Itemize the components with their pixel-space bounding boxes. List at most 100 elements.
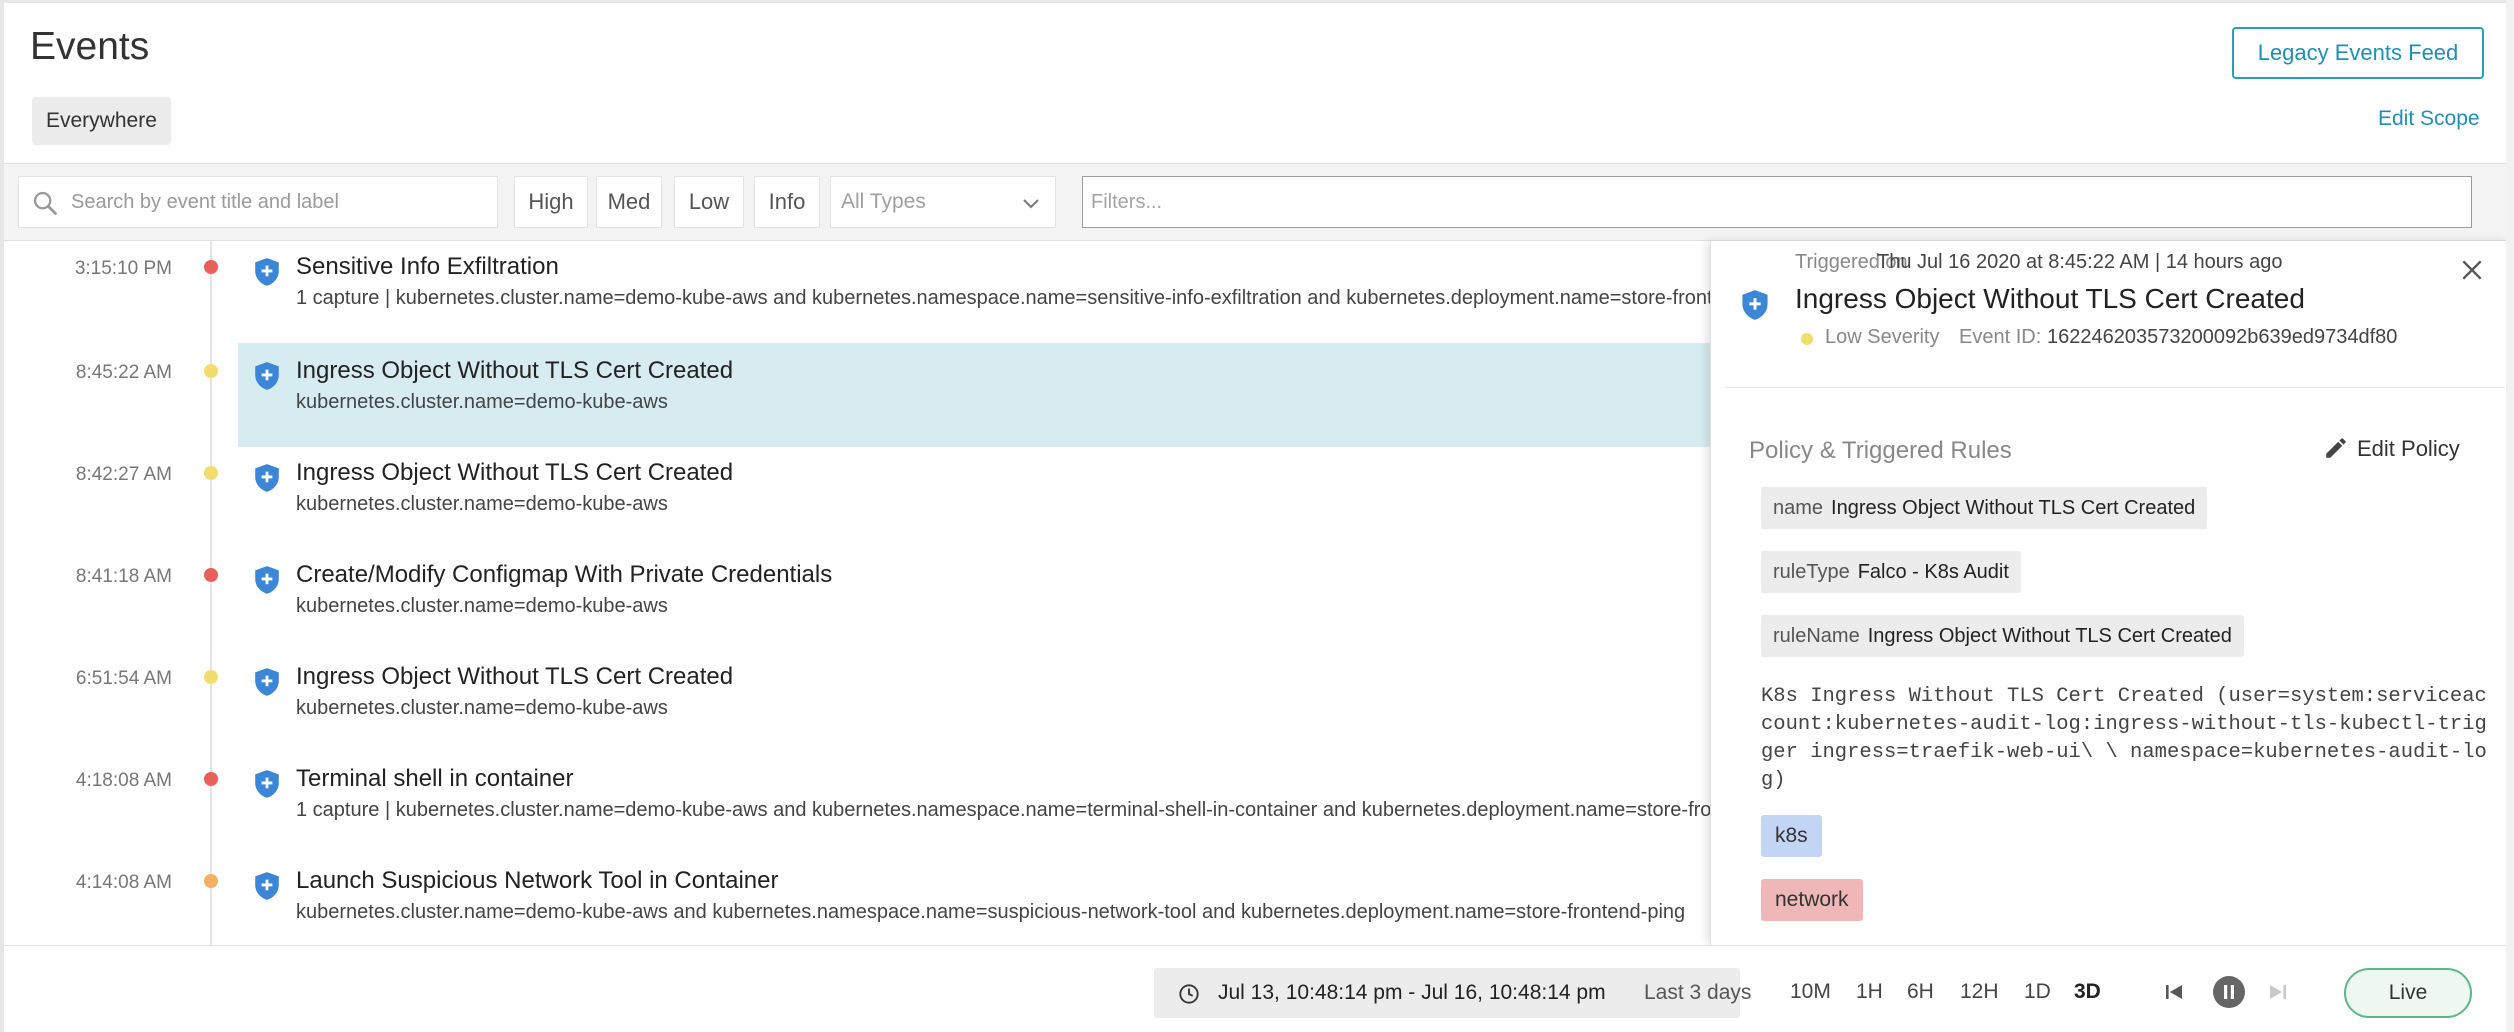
- chevron-down-icon: [1023, 199, 1039, 209]
- event-time: 8:41:18 AM: [75, 566, 172, 587]
- event-subtitle: 1 capture | kubernetes.cluster.name=demo…: [296, 799, 1710, 821]
- event-time: 4:14:08 AM: [75, 872, 172, 893]
- event-row[interactable]: 8:42:27 AM Ingress Object Without TLS Cer…: [4, 445, 1710, 547]
- event-id-value: 162246203573200092b639ed9734df80: [2047, 326, 2398, 348]
- rule-key: ruleType: [1773, 561, 1850, 583]
- severity-dot: [204, 260, 218, 274]
- event-title: Create/Modify Configmap With Private Cre…: [296, 561, 833, 588]
- rule-key: ruleName: [1773, 625, 1860, 647]
- rule-type-chip: ruleType Falco - K8s Audit: [1761, 551, 2021, 593]
- policy-shield-icon: [255, 566, 279, 594]
- edit-policy-label: Edit Policy: [2357, 436, 2460, 461]
- event-subtitle: kubernetes.cluster.name=demo-kube-aws: [296, 697, 668, 719]
- policy-shield-icon: [1742, 290, 1768, 320]
- event-detail-panel: Triggered on Thu Jul 16 2020 at 8:45:22 …: [1710, 241, 2510, 945]
- event-row[interactable]: 8:45:22 AM Ingress Object Without TLS Cer…: [4, 343, 1710, 447]
- search-box[interactable]: [18, 176, 498, 228]
- policy-shield-icon: [255, 362, 279, 390]
- section-title: Policy & Triggered Rules: [1749, 437, 2012, 464]
- event-row[interactable]: 4:18:08 AM Terminal shell in container 1 c…: [4, 751, 1710, 853]
- severity-med-button[interactable]: Med: [596, 176, 662, 228]
- event-time: 4:18:08 AM: [75, 770, 172, 791]
- event-subtitle: kubernetes.cluster.name=demo-kube-aws: [296, 391, 668, 413]
- divider: [1725, 387, 2505, 388]
- filters-input[interactable]: [1082, 176, 2472, 228]
- rule-key: name: [1773, 497, 1824, 519]
- severity-dot: [1801, 333, 1813, 345]
- range-10m[interactable]: 10M: [1790, 980, 1831, 1004]
- rule-value: Falco - K8s Audit: [1857, 561, 2009, 583]
- policy-shield-icon: [255, 770, 279, 798]
- rule-output: K8s Ingress Without TLS Cert Created (us…: [1761, 685, 2487, 792]
- pause-icon[interactable]: [2212, 975, 2246, 1009]
- search-icon: [33, 191, 57, 215]
- tag-k8s[interactable]: k8s: [1761, 815, 1822, 857]
- severity-dot: [204, 364, 218, 378]
- event-title: Sensitive Info Exfiltration: [296, 253, 559, 280]
- triggered-on-value: Thu Jul 16 2020 at 8:45:22 AM | 14 hours…: [1877, 251, 2283, 273]
- rule-value: Ingress Object Without TLS Cert Created: [1867, 625, 2232, 647]
- event-time: 6:51:54 AM: [75, 668, 172, 689]
- event-subtitle: kubernetes.cluster.name=demo-kube-aws an…: [296, 901, 1686, 923]
- event-time: 8:45:22 AM: [75, 362, 172, 383]
- severity-high-button[interactable]: High: [514, 176, 588, 228]
- scope-chip[interactable]: Everywhere: [32, 97, 171, 145]
- event-time: 3:15:10 PM: [74, 258, 172, 279]
- rule-rulename-chip: ruleName Ingress Object Without TLS Cert …: [1761, 615, 2244, 657]
- legacy-events-feed-button[interactable]: Legacy Events Feed: [2232, 27, 2484, 79]
- clock-icon: [1179, 984, 1199, 1004]
- close-icon[interactable]: [2459, 257, 2485, 283]
- event-subtitle: kubernetes.cluster.name=demo-kube-aws: [296, 595, 668, 617]
- event-row[interactable]: 6:51:54 AM Ingress Object Without TLS Cer…: [4, 649, 1710, 751]
- rule-name-chip: name Ingress Object Without TLS Cert Crea…: [1761, 487, 2208, 529]
- live-button[interactable]: Live: [2344, 968, 2472, 1018]
- edit-scope-link[interactable]: Edit Scope: [2378, 107, 2480, 131]
- event-title: Ingress Object Without TLS Cert Created: [296, 663, 734, 690]
- pencil-icon: [2326, 438, 2346, 458]
- event-list: 3:15:10 PM Sensitive Info Exfiltration 1 c…: [4, 241, 1710, 945]
- time-range-picker[interactable]: Jul 13, 10:48:14 pm - Jul 16, 10:48:14 p…: [1154, 968, 1751, 1018]
- skip-back-icon[interactable]: [2162, 980, 2186, 1004]
- event-title: Ingress Object Without TLS Cert Created: [296, 357, 734, 384]
- severity-dot: [204, 568, 218, 582]
- policy-shield-icon: [255, 258, 279, 286]
- event-row[interactable]: 4:14:08 AM Launch Suspicious Network Tool…: [4, 853, 1710, 945]
- event-title: Launch Suspicious Network Tool in Contai…: [296, 867, 779, 894]
- policy-shield-icon: [255, 872, 279, 900]
- severity-dot: [204, 670, 218, 684]
- background-page-edge: [2506, 0, 2514, 1032]
- event-type-select-value: All Types: [841, 190, 926, 213]
- severity-dot: [204, 466, 218, 480]
- event-subtitle: kubernetes.cluster.name=demo-kube-aws: [296, 493, 668, 515]
- range-12h[interactable]: 12H: [1960, 980, 1999, 1004]
- range-1d[interactable]: 1D: [2024, 980, 2051, 1004]
- range-1h[interactable]: 1H: [1856, 980, 1883, 1004]
- range-3d[interactable]: 3D: [2074, 980, 2101, 1004]
- detail-title: Ingress Object Without TLS Cert Created: [1795, 283, 2305, 314]
- event-type-select[interactable]: All Types: [830, 176, 1056, 228]
- search-input[interactable]: [71, 177, 491, 227]
- tag-network[interactable]: network: [1761, 879, 1863, 921]
- time-range-relative: Last 3 days: [1644, 981, 1752, 1004]
- event-title: Terminal shell in container: [296, 765, 574, 792]
- time-range-value: Jul 13, 10:48:14 pm - Jul 16, 10:48:14 p…: [1218, 981, 1606, 1004]
- rule-value: Ingress Object Without TLS Cert Created: [1831, 497, 2196, 519]
- event-row[interactable]: 8:41:18 AM Create/Modify Configmap With P…: [4, 547, 1710, 649]
- severity-label: Low Severity: [1825, 326, 1940, 348]
- event-title: Ingress Object Without TLS Cert Created: [296, 459, 734, 486]
- event-subtitle: 1 capture | kubernetes.cluster.name=demo…: [296, 287, 1710, 309]
- policy-shield-icon: [255, 668, 279, 696]
- filter-bar: High Med Low Info All Types: [4, 163, 2510, 241]
- skip-forward-icon[interactable]: [2266, 980, 2290, 1004]
- edit-policy-button[interactable]: Edit Policy: [2323, 435, 2460, 462]
- severity-low-button[interactable]: Low: [674, 176, 744, 228]
- page-title: Events: [30, 25, 150, 68]
- policy-shield-icon: [255, 464, 279, 492]
- event-time: 8:42:27 AM: [75, 464, 172, 485]
- range-6h[interactable]: 6H: [1907, 980, 1934, 1004]
- events-page: Events Everywhere Legacy Events Feed Edi…: [0, 0, 2510, 1032]
- severity-info-button[interactable]: Info: [754, 176, 820, 228]
- time-navigation-bar: Jul 13, 10:48:14 pm - Jul 16, 10:48:14 p…: [4, 945, 2510, 1032]
- event-row[interactable]: 3:15:10 PM Sensitive Info Exfiltration 1 c…: [4, 241, 1710, 341]
- event-id-label: Event ID:: [1959, 326, 2042, 348]
